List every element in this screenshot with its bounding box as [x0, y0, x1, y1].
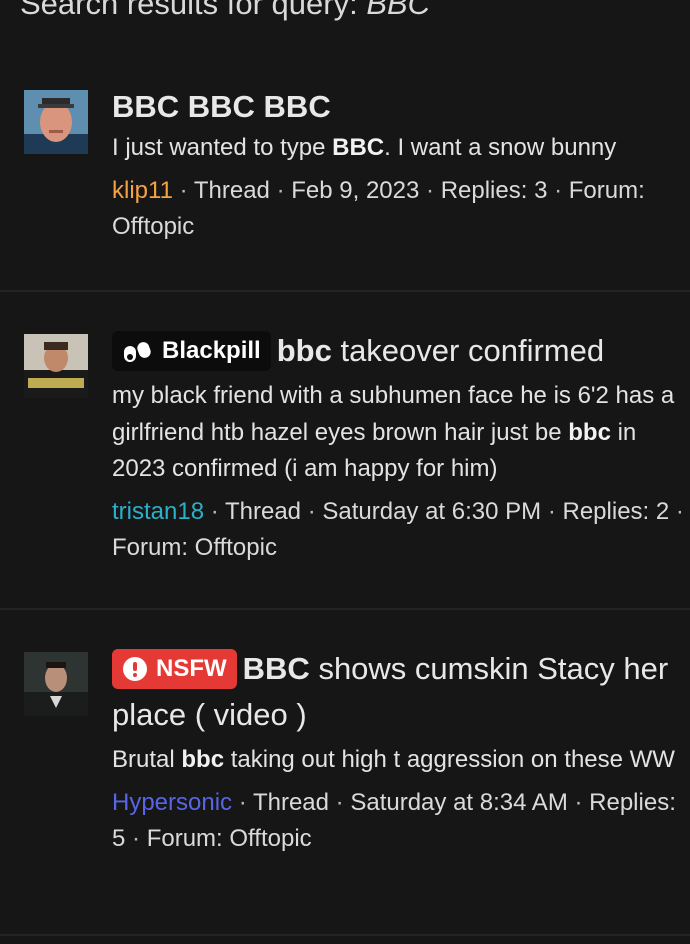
post-date: Saturday at 8:34 AM: [350, 788, 568, 816]
result-title[interactable]: Blackpill bbc takeover confirmed: [112, 328, 684, 374]
search-results-page: Search results for query: BBC BBC BBC BB…: [0, 0, 690, 944]
forum-link[interactable]: Forum: Offtopic: [147, 825, 312, 852]
post-date: Feb 9, 2023: [291, 176, 420, 204]
badge-label: Blackpill: [162, 337, 261, 364]
meta-separator: ·: [238, 788, 247, 816]
meta-separator: ·: [574, 788, 583, 816]
author-link[interactable]: tristan18: [112, 498, 204, 525]
meta-separator: ·: [554, 176, 563, 204]
meta-separator: ·: [675, 497, 684, 525]
meta-separator: ·: [210, 497, 219, 525]
result-snippet: I just wanted to type BBC. I want a snow…: [112, 130, 684, 167]
snippet-text: Brutal: [112, 746, 182, 773]
meta-separator: ·: [276, 176, 285, 204]
snippet-highlight: bbc: [181, 746, 225, 773]
meta-separator: ·: [307, 497, 316, 525]
snippet-text: . I want a snow bunny: [384, 134, 617, 161]
result-title-text[interactable]: takeover confirmed: [332, 333, 604, 368]
meta-separator: ·: [132, 825, 141, 852]
result-snippet: Brutal bbc taking out high t aggression …: [112, 742, 684, 779]
snippet-highlight: bbc: [568, 418, 611, 446]
avatar-man-bald-icon[interactable]: [24, 90, 88, 154]
reply-count: Replies: 2: [562, 497, 670, 525]
result-title[interactable]: BBC BBC BBC: [112, 84, 684, 130]
search-result-item: NSFW BBC shows cumskin Stacy her place (…: [0, 610, 690, 936]
snippet-highlight: BBC: [332, 134, 385, 161]
result-meta: tristan18 · Thread · Saturday at 6:30 PM…: [112, 494, 684, 567]
snippet-text: I just wanted to type: [112, 134, 333, 161]
search-results-heading: Search results for query: BBC: [20, 0, 430, 22]
search-result-item: Blackpill bbc takeover confirmed my blac…: [0, 292, 690, 610]
content-type: Thread: [224, 497, 302, 525]
prefix-badge-nsfw[interactable]: NSFW: [112, 649, 237, 689]
pill-icon: [124, 342, 151, 362]
avatar-man-sweater-icon[interactable]: [24, 334, 88, 398]
result-title-text[interactable]: BBC BBC BBC: [112, 89, 331, 124]
result-title[interactable]: NSFW BBC shows cumskin Stacy her place (…: [112, 646, 684, 738]
search-result-item: BBC BBC BBC I just wanted to type BBC. I…: [0, 64, 690, 292]
meta-separator: ·: [179, 176, 188, 204]
alert-icon: [123, 657, 147, 681]
heading-prefix: Search results for query:: [20, 0, 367, 21]
result-meta: Hypersonic · Thread · Saturday at 8:34 A…: [112, 785, 684, 858]
heading-query: BBC: [366, 0, 431, 21]
post-date: Saturday at 6:30 PM: [322, 497, 542, 525]
badge-label: NSFW: [156, 655, 227, 682]
content-type: Thread: [252, 788, 329, 816]
author-link[interactable]: Hypersonic: [112, 789, 232, 816]
result-snippet: my black friend with a subhumen face he …: [112, 378, 684, 488]
meta-separator: ·: [547, 497, 556, 525]
content-type: Thread: [193, 176, 270, 204]
result-title-highlight[interactable]: BBC: [243, 651, 310, 686]
snippet-text: taking out high t aggression on these WW: [224, 746, 675, 773]
meta-separator: ·: [426, 176, 435, 204]
meta-separator: ·: [335, 788, 344, 816]
reply-count: Replies: 3: [440, 176, 548, 204]
forum-link[interactable]: Forum: Offtopic: [112, 534, 277, 561]
prefix-badge-blackpill[interactable]: Blackpill: [112, 331, 271, 371]
avatar-man-suit-icon[interactable]: [24, 652, 88, 716]
result-title-highlight[interactable]: bbc: [277, 333, 332, 368]
author-link[interactable]: klip11: [112, 177, 173, 204]
result-meta: klip11 · Thread · Feb 9, 2023 · Replies:…: [112, 173, 684, 246]
